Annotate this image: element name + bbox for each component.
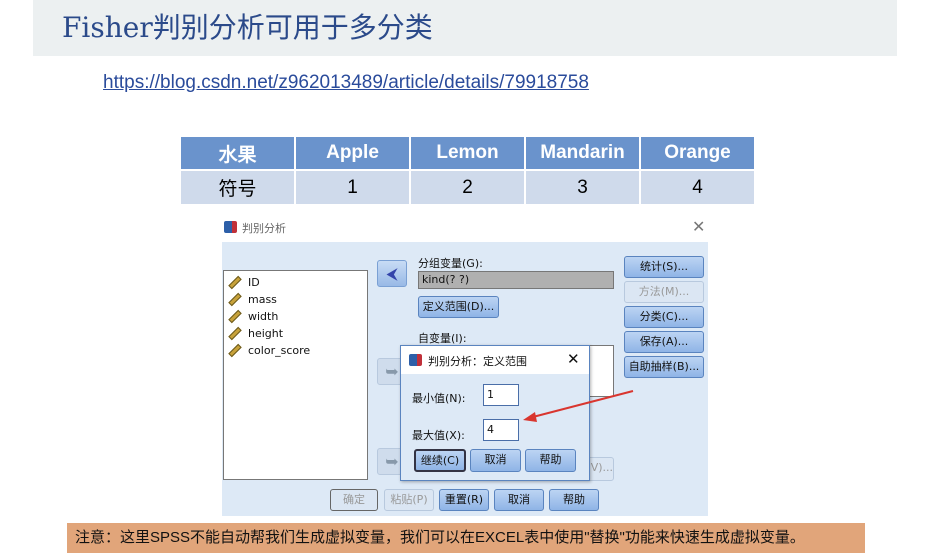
ok-button[interactable]: 确定 [330,489,378,511]
scale-icon [228,292,242,307]
row-cell: 2 [411,171,524,204]
max-value-label: 最大值(X): [412,429,465,442]
help-button[interactable]: 帮助 [525,449,576,472]
row-cell: 4 [641,171,754,204]
variable-list[interactable]: ID mass width height color_score [223,270,368,480]
variable-label: color_score [248,344,311,357]
scale-icon [228,343,242,358]
max-value-input[interactable]: 4 [483,419,519,441]
note-banner: 注意：这里SPSS不能自动帮我们生成虚拟变量，我们可以在EXCEL表中使用"替换… [67,523,865,553]
cancel-button[interactable]: 取消 [470,449,521,472]
variable-label: ID [248,276,260,289]
row-cell: 3 [526,171,639,204]
define-range-button[interactable]: 定义范围(D)... [418,296,499,318]
method-button[interactable]: 方法(M)... [624,281,704,303]
min-value-input[interactable]: 1 [483,384,519,406]
classify-button[interactable]: 分类(C)... [624,306,704,328]
bootstrap-button[interactable]: 自助抽样(B)... [624,356,704,378]
independent-label: 自变量(I): [418,332,467,345]
paste-button[interactable]: 粘贴(P) [384,489,434,511]
variable-item[interactable]: color_score [224,342,367,359]
dialog-titlebar: 判别分析 ✕ [222,216,708,240]
header-cell: Lemon [411,137,524,169]
row-cell: 符号 [181,171,294,204]
variable-label: height [248,327,284,340]
close-icon[interactable]: ✕ [692,217,705,236]
move-grouping-arrow-button[interactable]: ⮜ [377,260,407,287]
save-button[interactable]: 保存(A)... [624,331,704,353]
selection-variable-value-button[interactable]: V)... [586,457,614,481]
variable-item[interactable]: height [224,325,367,342]
cancel-button[interactable]: 取消 [494,489,544,511]
variable-label: width [248,310,279,323]
slide-title: Fisher判别分析可用于多分类 [62,11,433,44]
variable-item[interactable]: ID [224,274,367,291]
reset-button[interactable]: 重置(R) [439,489,489,511]
header-cell: Mandarin [526,137,639,169]
header-cell: Orange [641,137,754,169]
variable-item[interactable]: width [224,308,367,325]
scale-icon [228,309,242,324]
min-value-label: 最小值(N): [412,392,466,405]
reference-link[interactable]: https://blog.csdn.net/z962013489/article… [103,72,589,94]
row-cell: 1 [296,171,409,204]
dialog-title: 判别分析 [242,222,286,235]
variable-label: mass [248,293,277,306]
continue-button[interactable]: 继续(C) [414,449,466,472]
fruit-code-table: 水果 Apple Lemon Mandarin Orange 符号 1 2 3 … [179,135,756,206]
subdialog-titlebar: 判别分析：定义范围 ✕ [401,346,589,374]
header-cell: 水果 [181,137,294,169]
variable-item[interactable]: mass [224,291,367,308]
close-icon[interactable]: ✕ [567,350,580,368]
grouping-variable-label: 分组变量(G): [418,257,483,270]
spss-app-icon [409,354,422,366]
statistics-button[interactable]: 统计(S)... [624,256,704,278]
arrow-head [523,412,537,422]
arrow-line [528,390,634,419]
scale-icon [228,326,242,341]
scale-icon [228,275,242,290]
help-button[interactable]: 帮助 [549,489,599,511]
subdialog-title: 判别分析：定义范围 [428,355,527,368]
header-cell: Apple [296,137,409,169]
annotation-arrow [523,390,634,422]
spss-app-icon [224,221,237,233]
grouping-variable-field[interactable]: kind(? ?) [418,271,614,289]
